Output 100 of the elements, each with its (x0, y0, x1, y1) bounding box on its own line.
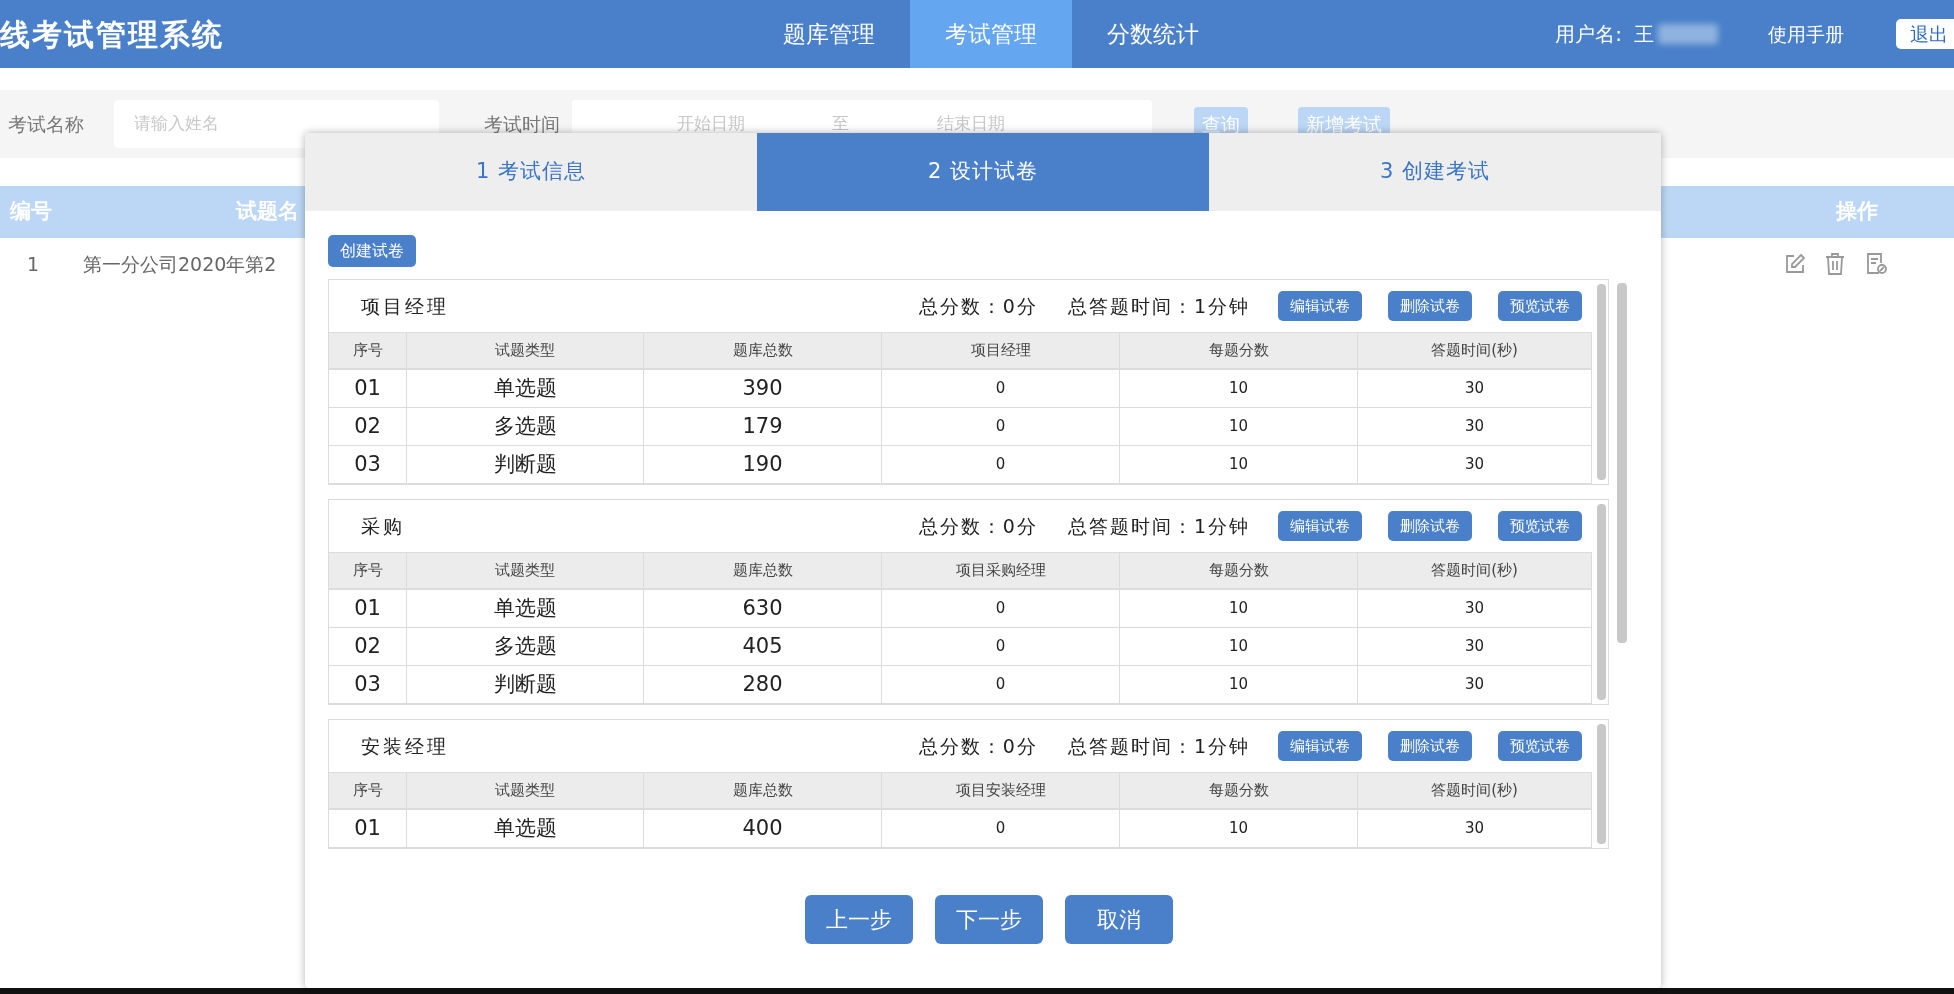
table-cell: 判断题 (407, 446, 644, 483)
table-cell: 30 (1358, 628, 1592, 665)
blurred-name (1658, 24, 1718, 44)
column-header: 答题时间(秒) (1358, 553, 1592, 588)
paper-action-button[interactable]: 删除试卷 (1388, 731, 1472, 761)
column-header: 答题时间(秒) (1358, 333, 1592, 368)
table-cell: 02 (329, 628, 407, 665)
logout-button[interactable]: 退出 (1896, 19, 1954, 49)
column-header: 操作 (1836, 198, 1878, 226)
table-cell: 10 (1120, 810, 1358, 847)
app-title: 线考试管理系统 (0, 15, 225, 54)
table-cell: 02 (329, 408, 407, 445)
paper-action-button[interactable]: 编辑试卷 (1278, 511, 1362, 541)
paper-action-button[interactable]: 删除试卷 (1388, 511, 1472, 541)
table-cell: 10 (1120, 666, 1358, 703)
table-cell: 30 (1358, 590, 1592, 627)
paper-action-button[interactable]: 编辑试卷 (1278, 731, 1362, 761)
table-cell: 单选题 (407, 810, 644, 847)
table-cell: 0 (882, 590, 1120, 627)
paper-action-button[interactable]: 编辑试卷 (1278, 291, 1362, 321)
table-cell: 0 (882, 370, 1120, 407)
total-time: 总答题时间：1分钟 (1067, 733, 1250, 759)
table-cell: 10 (1120, 628, 1358, 665)
paper-action-button[interactable]: 预览试卷 (1498, 731, 1582, 761)
paper-title: 安装经理 (361, 733, 449, 759)
table-cell: 10 (1120, 408, 1358, 445)
footer-button[interactable]: 上一步 (805, 895, 913, 944)
table-cell: 0 (882, 628, 1120, 665)
table-cell: 03 (329, 446, 407, 483)
column-header: 试题类型 (407, 333, 644, 368)
scrollbar[interactable] (1617, 283, 1627, 643)
nav-tab[interactable]: 题库管理 (748, 0, 910, 68)
step-tab[interactable]: 2 设计试卷 (757, 133, 1209, 211)
footer-button[interactable]: 取消 (1065, 895, 1173, 944)
column-header: 每题分数 (1120, 333, 1358, 368)
column-header: 序号 (329, 773, 407, 808)
table-cell: 01 (329, 810, 407, 847)
nav-tab[interactable]: 考试管理 (910, 0, 1072, 68)
table-cell: 01 (329, 370, 407, 407)
table-cell: 10 (1120, 370, 1358, 407)
paper-action-button[interactable]: 删除试卷 (1388, 291, 1472, 321)
paper-action-button[interactable]: 预览试卷 (1498, 511, 1582, 541)
document-icon[interactable] (1864, 252, 1888, 276)
table-cell: 0 (882, 810, 1120, 847)
table-cell: 01 (329, 590, 407, 627)
column-header: 项目采购经理 (882, 553, 1120, 588)
column-header: 编号 (10, 198, 53, 226)
field-label: 考试名称 (8, 111, 84, 137)
table-cell: 30 (1358, 666, 1592, 703)
column-header: 试题名 (236, 198, 299, 226)
column-header: 项目经理 (882, 333, 1120, 368)
table-cell: 10 (1120, 446, 1358, 483)
table-cell: 179 (644, 408, 882, 445)
total-score: 总分数：0分 (918, 293, 1038, 319)
table-cell-text: 第一分公司2020年第2 (83, 251, 277, 277)
table-cell: 多选题 (407, 408, 644, 445)
column-header: 序号 (329, 553, 407, 588)
table-cell: 405 (644, 628, 882, 665)
create-paper-button[interactable]: 创建试卷 (328, 235, 416, 267)
table-cell: 190 (644, 446, 882, 483)
table-cell: 30 (1358, 446, 1592, 483)
total-time: 总答题时间：1分钟 (1067, 293, 1250, 319)
paper-title: 项目经理 (361, 293, 449, 319)
column-header: 试题类型 (407, 773, 644, 808)
footer-button[interactable]: 下一步 (935, 895, 1043, 944)
column-header: 项目安装经理 (882, 773, 1120, 808)
column-header: 答题时间(秒) (1358, 773, 1592, 808)
total-time: 总答题时间：1分钟 (1067, 513, 1250, 539)
table-cell: 630 (644, 590, 882, 627)
table-cell: 单选题 (407, 590, 644, 627)
total-score: 总分数：0分 (918, 733, 1038, 759)
table-cell: 30 (1358, 810, 1592, 847)
column-header: 题库总数 (644, 773, 882, 808)
scrollbar[interactable] (1597, 724, 1606, 844)
table-cell: 30 (1358, 370, 1592, 407)
table-cell: 10 (1120, 590, 1358, 627)
table-cell: 0 (882, 446, 1120, 483)
table-cell: 0 (882, 408, 1120, 445)
table-cell: 30 (1358, 408, 1592, 445)
table-cell: 280 (644, 666, 882, 703)
nav-tab[interactable]: 分数统计 (1072, 0, 1234, 68)
paper-action-button[interactable]: 预览试卷 (1498, 291, 1582, 321)
manual-link[interactable]: 使用手册 (1768, 19, 1844, 49)
paper-title: 采购 (361, 513, 405, 539)
table-cell: 400 (644, 810, 882, 847)
column-header: 序号 (329, 333, 407, 368)
table-cell: 0 (882, 666, 1120, 703)
scrollbar[interactable] (1597, 284, 1606, 480)
edit-icon[interactable] (1783, 252, 1807, 276)
table-cell: 多选题 (407, 628, 644, 665)
table-cell: 03 (329, 666, 407, 703)
table-cell: 390 (644, 370, 882, 407)
scrollbar[interactable] (1597, 504, 1606, 700)
column-header: 题库总数 (644, 553, 882, 588)
column-header: 每题分数 (1120, 773, 1358, 808)
column-header: 题库总数 (644, 333, 882, 368)
trash-icon[interactable] (1824, 252, 1846, 276)
table-cell: 单选题 (407, 370, 644, 407)
column-header: 每题分数 (1120, 553, 1358, 588)
user-label: 用户名: (1555, 21, 1622, 48)
